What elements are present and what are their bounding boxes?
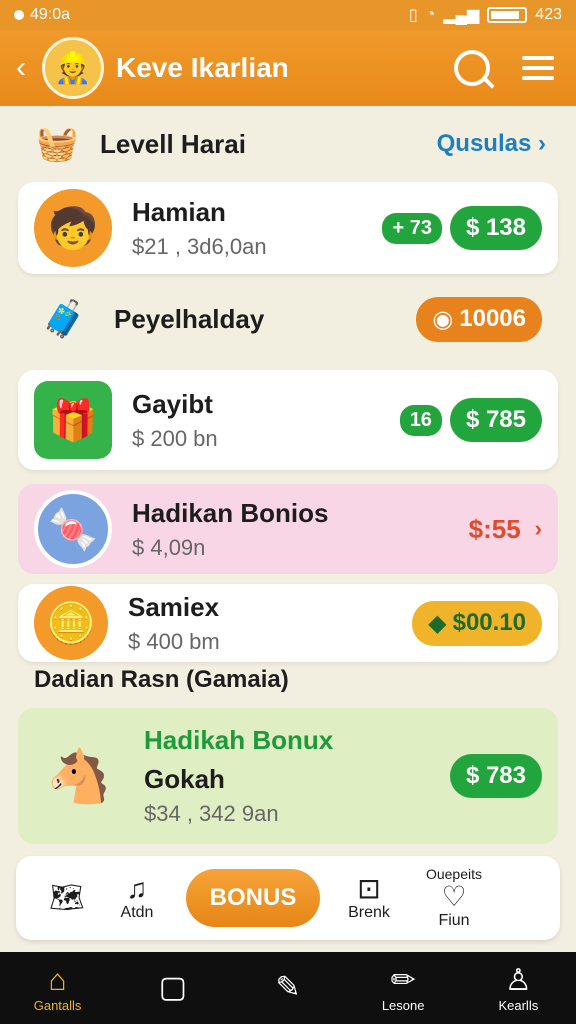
box-icon: ⊡: [357, 873, 381, 904]
list-item[interactable]: 🪙 Samiex $ 400 bm ◆ $00.10: [18, 584, 558, 662]
item-amount: $ 200 bn: [132, 425, 218, 451]
item-amount: $ 400 bm: [128, 628, 220, 654]
list-item[interactable]: 🎁 Gayibt $ 200 bn 16 $ 785: [18, 370, 558, 470]
nav-star[interactable]: ✎: [243, 971, 333, 1005]
pencil-icon: ✏: [390, 963, 416, 997]
badge: 16: [399, 404, 442, 436]
item-name: Samiex: [128, 591, 220, 622]
item-name: Hamian: [132, 196, 226, 227]
bonus-button[interactable]: BONUS: [186, 869, 320, 927]
item-name: Gayibt: [132, 388, 213, 419]
price-button[interactable]: ◉ 10006: [416, 296, 542, 342]
price-button[interactable]: $ 785: [449, 398, 542, 442]
notification-dot-icon: [14, 10, 24, 20]
shield-icon: ◆: [428, 609, 447, 637]
basket-icon: 🧺: [36, 125, 79, 163]
bottom-nav: ⌂ Gantalls ▢ ✎ ✏ Lesone ♙ Kearlls: [0, 952, 576, 1024]
level-link[interactable]: Qusulas ›: [437, 130, 546, 158]
featured-title: Hadikah Bonux: [144, 725, 334, 755]
featured-card[interactable]: 🐴 Hadikah Bonux Gokah $34 , 342 9an $ 78…: [18, 708, 558, 844]
heart-icon: ♡: [441, 881, 467, 912]
section-label: Dadian Rasn (Gamaia): [34, 666, 289, 693]
square-icon: ▢: [158, 971, 187, 1004]
list-item[interactable]: 🧳 Peyelhalday ◉ 10006: [18, 284, 558, 354]
nav-profile[interactable]: ♙ Kearlls: [473, 964, 563, 1013]
wifi-icon: ◔: [425, 6, 436, 23]
menu-button[interactable]: [516, 46, 560, 90]
coin-icon: ◉: [432, 305, 454, 333]
fun-button[interactable]: Ouepeits ♡ Fiun: [404, 866, 504, 930]
map-button[interactable]: 🗺: [32, 883, 102, 913]
item-amount: $ 4,09n: [132, 534, 206, 560]
status-bar: 49:0a ▯ ◔ ▂▄▆ 423: [0, 0, 576, 30]
map-icon: 🗺: [49, 882, 85, 913]
level-title: Levell Harai: [100, 128, 246, 159]
level-row: 🧺 Levell Harai Qusulas ›: [36, 118, 546, 170]
item-name: Hadikan Bonios: [132, 497, 329, 528]
avatar[interactable]: 👷: [42, 37, 104, 99]
item-amount: $21 , 3d6,0an: [132, 233, 267, 259]
star-note-icon: ✎: [275, 971, 301, 1004]
nav-lessons[interactable]: ✏ Lesone: [358, 964, 448, 1013]
battery-icon: [487, 7, 528, 23]
status-clock: 423: [535, 6, 562, 23]
featured-name: Gokah: [144, 764, 225, 794]
nav-home[interactable]: ⌂ Gantalls: [13, 964, 103, 1013]
chevron-right-icon[interactable]: ›: [535, 516, 542, 542]
user-icon: ♙: [504, 963, 532, 997]
gold-coins-icon: 🪙: [34, 586, 108, 660]
back-chevron-icon[interactable]: ‹: [16, 51, 40, 85]
bottom-action-panel: 🗺 ♫ Atdn BONUS ⊡ Brenk Ouepeits ♡ Fiun: [16, 856, 560, 940]
item-price: $:55: [468, 513, 521, 544]
page-title: Keve Ikarlian: [116, 52, 289, 83]
menu-icon: [522, 50, 554, 86]
music-button[interactable]: ♫ Atdn: [102, 874, 172, 922]
item-name: Peyelhalday: [114, 303, 265, 334]
price-button[interactable]: ◆ $00.10: [412, 600, 542, 646]
gift-box-icon: 🎁: [34, 381, 112, 459]
list-item[interactable]: 🧒 Hamian $21 , 3d6,0an + 73 $ 138: [18, 182, 558, 274]
badge: + 73: [382, 212, 442, 244]
price-button[interactable]: $ 138: [449, 206, 542, 250]
music-note-icon: ♫: [126, 873, 148, 904]
home-icon: ⌂: [48, 963, 67, 997]
list-item[interactable]: 🍬 Hadikan Bonios $ 4,09n $:55 ›: [18, 484, 558, 574]
status-time: 49:0a: [30, 6, 71, 23]
app-header: ‹ 👷 Keve Ikarlian: [0, 30, 576, 106]
search-button[interactable]: [450, 46, 494, 90]
featured-amount: $34 , 342 9an: [144, 801, 279, 826]
break-button[interactable]: ⊡ Brenk: [334, 874, 404, 922]
treasure-chest-icon: 🧳: [41, 298, 87, 339]
signal-icon: ▂▄▆: [443, 7, 480, 24]
candy-icon: 🍬: [34, 490, 112, 568]
pirate-character-icon: 🧒: [34, 189, 112, 267]
vibrate-icon: ▯: [408, 7, 418, 24]
horse-character-icon: 🐴: [46, 747, 112, 806]
search-icon: [454, 50, 490, 86]
price-button[interactable]: $ 783: [449, 754, 542, 798]
nav-square[interactable]: ▢: [128, 971, 218, 1005]
